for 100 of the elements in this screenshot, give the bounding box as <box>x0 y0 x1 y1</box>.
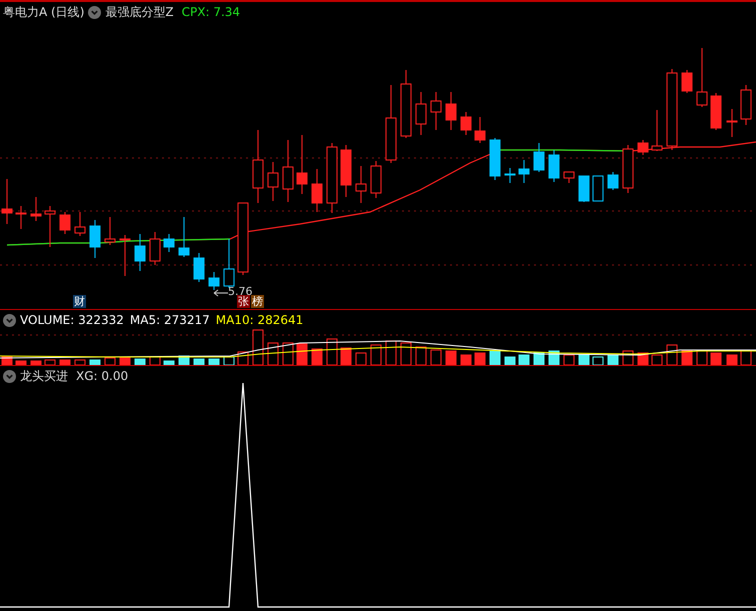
candlestick <box>104 216 116 246</box>
volume-bar <box>386 340 396 365</box>
volume-bar <box>726 354 738 365</box>
candlestick <box>356 166 366 204</box>
candlestick <box>564 172 574 184</box>
volume-bar <box>296 344 308 365</box>
volume-bar <box>490 350 500 365</box>
volume-bar <box>430 350 442 365</box>
volume-bar <box>90 360 100 365</box>
volume-bar <box>60 360 70 365</box>
candlestick <box>194 252 204 282</box>
candlestick <box>30 196 42 222</box>
candlestick <box>150 232 160 266</box>
candlestick <box>164 234 174 252</box>
volume-bar <box>740 350 752 365</box>
marker-badge[interactable]: 榜 <box>251 295 264 308</box>
collapse-icon[interactable] <box>88 6 102 18</box>
candlestick <box>696 48 708 108</box>
candlestick <box>548 150 560 182</box>
candlestick <box>296 134 308 194</box>
candlestick <box>340 144 352 198</box>
candlestick <box>326 142 338 214</box>
candlestick <box>90 220 100 258</box>
low-price-label: 5.76 <box>228 286 252 297</box>
candlestick <box>16 206 26 230</box>
volume-bar <box>518 354 530 365</box>
volume-bar <box>268 342 278 365</box>
candlestick <box>608 172 618 190</box>
volume-bar <box>312 348 322 365</box>
candlestick <box>268 162 278 202</box>
candlestick <box>430 92 442 130</box>
candlestick <box>416 92 426 136</box>
marker-badge[interactable]: 张 <box>237 295 250 308</box>
volume-reading: MA5: 273217 <box>130 312 210 329</box>
volume-bar <box>696 350 708 365</box>
candlestick <box>682 70 692 94</box>
candlestick <box>534 142 544 172</box>
candlestick <box>446 92 456 130</box>
volume-bar <box>16 360 26 365</box>
indicator-name: 最强底分型Z <box>105 4 174 21</box>
volume-bar <box>578 354 590 365</box>
volume-bar <box>564 354 574 365</box>
volume-bar <box>356 352 366 365</box>
candlestick <box>652 110 662 152</box>
volume-bar <box>710 352 722 365</box>
collapse-icon[interactable] <box>3 314 16 326</box>
volume-bar <box>460 354 472 365</box>
candlestick <box>710 92 722 130</box>
candlestick <box>740 84 752 126</box>
volume-bar <box>224 356 234 365</box>
volume-bar <box>474 352 486 365</box>
candlestick <box>134 234 146 272</box>
arrow-icon <box>214 290 228 296</box>
volume-bar <box>282 342 294 365</box>
volume-bar <box>504 356 516 365</box>
candlestick <box>74 212 86 236</box>
signal-reading: XG: 0.00 <box>76 368 128 385</box>
volume-bar <box>370 344 382 365</box>
candlestick <box>504 168 516 184</box>
candlestick <box>490 138 500 180</box>
volume-bar <box>194 358 204 365</box>
volume-bar <box>44 360 56 365</box>
indicator-reading: CPX: 7.34 <box>182 4 240 21</box>
volume-bar <box>104 358 116 365</box>
volume-bar <box>30 360 42 365</box>
candlestick <box>120 234 130 276</box>
volume-bar <box>252 330 264 365</box>
volume-bar <box>608 354 618 365</box>
candlestick <box>282 140 294 202</box>
volume-bar <box>534 352 544 365</box>
candlestick <box>44 206 56 248</box>
candlestick <box>208 272 220 290</box>
candlestick <box>518 160 530 184</box>
candlestick <box>178 216 190 258</box>
candlestick <box>622 144 634 194</box>
candlestick <box>224 238 234 288</box>
candlestick <box>726 108 738 138</box>
signal-title: 龙头买进 <box>20 368 68 385</box>
volume-bar <box>164 360 174 365</box>
candlestick <box>578 176 590 202</box>
candlestick <box>370 160 382 198</box>
volume-bar <box>416 346 426 365</box>
marker-badge[interactable]: 财 <box>73 295 86 308</box>
volume-bar <box>74 360 86 365</box>
candlestick <box>60 212 70 234</box>
stock-title: 粤电力A (日线) <box>3 4 84 21</box>
volume-bar <box>120 358 130 365</box>
collapse-icon[interactable] <box>3 370 16 382</box>
candlestick <box>638 140 648 156</box>
volume-bar <box>592 356 604 365</box>
volume-bar <box>326 338 338 365</box>
volume-bar <box>682 350 692 365</box>
candlestick <box>592 176 604 202</box>
volume-bar <box>134 358 146 365</box>
candlestick <box>312 168 322 212</box>
volume-bar <box>340 348 352 365</box>
volume-bar <box>666 344 678 365</box>
candlestick <box>2 178 12 224</box>
candlestick <box>474 116 486 144</box>
volume-reading: VOLUME: 322332 <box>20 312 124 329</box>
